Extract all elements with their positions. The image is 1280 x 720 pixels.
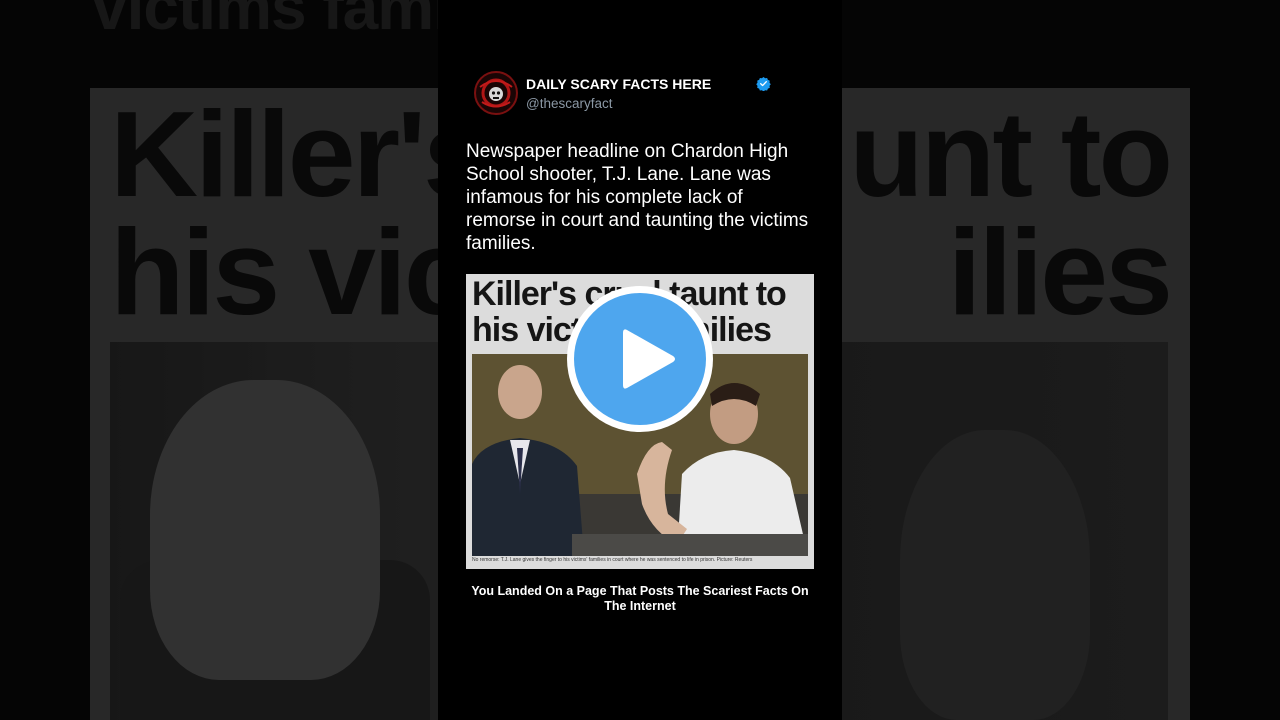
avatar[interactable]	[474, 71, 518, 115]
avatar-logo-icon	[477, 74, 515, 112]
play-button-inner	[574, 293, 706, 425]
post-text: Newspaper headline on Chardon High Schoo…	[466, 141, 809, 254]
account-handle[interactable]: @thescaryfact	[526, 96, 612, 111]
account-name[interactable]: DAILY SCARY FACTS HERE	[526, 76, 711, 92]
media-caption: No remorse: T.J. Lane gives the finger t…	[472, 557, 753, 563]
post-card: DAILY SCARY FACTS HERE @thescaryfact New…	[438, 0, 842, 720]
verified-badge-icon	[756, 76, 771, 91]
play-button[interactable]	[567, 286, 713, 432]
play-icon	[623, 329, 675, 389]
footer-text: You Landed On a Page That Posts The Scar…	[471, 584, 809, 613]
